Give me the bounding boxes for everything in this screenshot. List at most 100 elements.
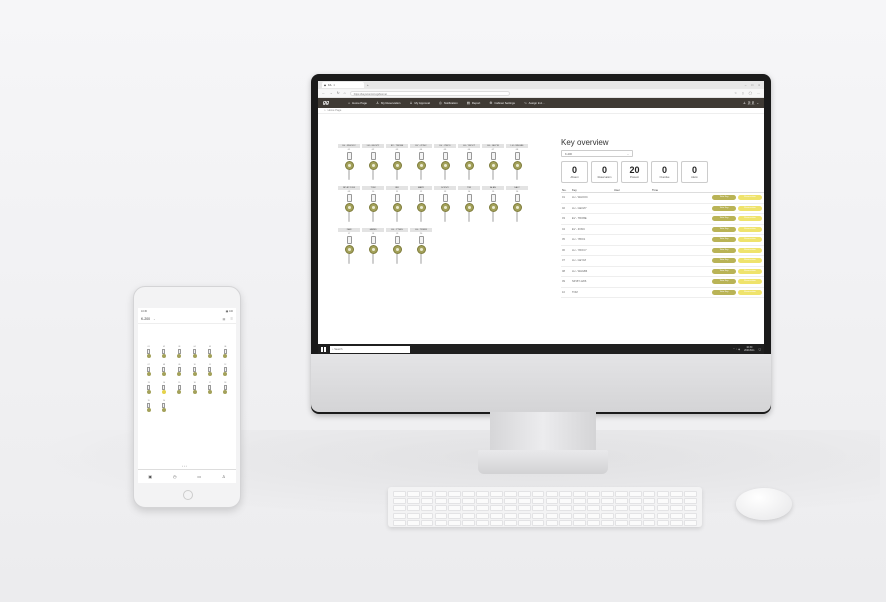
phone-key-slot[interactable]: 01 [141,346,156,358]
key-slot[interactable]: LH - GEOZY 02 [362,144,384,180]
stat-alarm[interactable]: 0 Alarm [681,161,708,183]
phone-key-slot[interactable]: 10 [187,364,202,376]
close-window-icon[interactable]: × [758,83,760,87]
phone-key-slot[interactable]: 13 [141,382,156,394]
reservation-button[interactable]: Reservation [738,226,762,232]
key-slot[interactable]: TOM 10 [362,186,384,222]
phone-key-slot[interactable]: 16 [187,382,202,394]
more-icon[interactable]: ⋯ [757,91,760,95]
forward-icon[interactable]: → [329,91,332,95]
chevron-down-icon[interactable]: ⌄ [153,317,156,321]
key-slot[interactable]: TIM 14 [458,186,480,222]
key-slot[interactable]: SOPHY 13 [434,186,456,222]
reservation-button[interactable]: Reservation [738,247,762,253]
user-icon[interactable]: ♙ [222,474,226,479]
key-slot[interactable]: EV - ZONC 04 [410,144,432,180]
take-key-button[interactable]: Take Key [712,268,736,274]
menu-my-reservation[interactable]: ♙ My Reservation [376,101,400,105]
reservation-button[interactable]: Reservation [738,195,762,201]
breadcrumb-label[interactable]: Home Page [328,109,342,112]
key-slot[interactable]: LH - TRSB3 20 [410,228,432,264]
key-slot[interactable]: LH - YTSE5 19 [386,228,408,264]
menu-notification[interactable]: ◎ Notification [439,101,458,105]
key-slot[interactable]: NP-BT-1206 09 [338,186,360,222]
menu-my-approval[interactable]: ♙ My Approval [409,101,429,105]
reservation-button[interactable]: Reservation [738,258,762,264]
breadcrumb-home-icon[interactable]: ⌂ [324,109,326,112]
take-key-button[interactable]: Take Key [712,195,736,201]
profile-icon[interactable]: ◯ [749,91,752,95]
network-icon[interactable]: ⌃ ◔ ◈ [733,348,740,351]
favorite-icon[interactable]: ☆ [734,91,737,95]
phone-key-slot[interactable]: 08 [156,364,171,376]
stat-absent[interactable]: 0 Absent [561,161,588,183]
phone-key-slot[interactable]: 15 [172,382,187,394]
browser-tab[interactable]: ◆ KA × [322,82,364,88]
take-key-button[interactable]: Take Key [712,258,736,264]
menu-cabinet-settings[interactable]: ⚙ Cabinet Settings [489,101,515,105]
take-key-button[interactable]: Take Key [712,226,736,232]
phone-key-slot[interactable]: 17 [202,382,217,394]
phone-cabinet-title[interactable]: K-200 [141,317,150,321]
user-menu[interactable]: ♙ 贝 贝 ⌄ [743,101,759,105]
cabinet-icon[interactable]: ▣ [148,474,152,479]
phone-key-slot[interactable]: 09 [172,364,187,376]
key-slot[interactable]: ALAN 15 [482,186,504,222]
key-slot[interactable]: LH - WHGB6 08 [506,144,528,180]
phone-key-slot[interactable]: 03 [172,346,187,358]
key-slot[interactable]: LH - GEY18 07 [482,144,504,180]
phone-key-slot[interactable]: 06 [218,346,233,358]
take-key-button[interactable]: Take Key [712,205,736,211]
phone-home-button[interactable] [183,490,193,500]
key-slot[interactable]: JAY 11 [386,186,408,222]
url-input[interactable]: https://keyscontrol.cgi/Home/ [349,90,510,96]
maximize-icon[interactable]: □ [751,83,753,87]
key-slot[interactable]: LH - YBIO1 05 [434,144,456,180]
phone-key-slot[interactable]: 14 [156,382,171,394]
reservation-button[interactable]: Reservation [738,237,762,243]
reservation-button[interactable]: Reservation [738,216,762,222]
key-slot[interactable]: DAN 17 [338,228,360,264]
take-key-button[interactable]: Take Key [712,216,736,222]
app-logo[interactable]: gg [323,100,329,106]
phone-grid-icon[interactable]: ▦ [222,317,225,321]
key-slot[interactable]: LH - WHOOC 01 [338,144,360,180]
phone-key-slot[interactable]: 18 [218,382,233,394]
clock-icon[interactable]: ◷ [173,474,177,479]
new-tab-icon[interactable]: + [367,83,369,87]
menu-report[interactable]: ▤ Report [467,101,481,105]
stat-reservation[interactable]: 0 Reservation [591,161,618,183]
tab-close-icon[interactable]: × [333,84,335,87]
windows-start-icon[interactable] [321,346,326,352]
phone-key-slot[interactable]: 11 [202,364,217,376]
key-slot[interactable]: SALY 16 [506,186,528,222]
take-key-button[interactable]: Take Key [712,279,736,285]
take-key-button[interactable]: Take Key [712,237,736,243]
key-slot[interactable]: EV - TROBE 03 [386,144,408,180]
menu-assign[interactable]: ⤳ Assign Invi... [524,101,545,105]
reservation-button[interactable]: Reservation [738,279,762,285]
phone-key-slot[interactable]: 04 [187,346,202,358]
key-slot[interactable]: JAMES 18 [362,228,384,264]
minimize-icon[interactable]: – [745,83,747,87]
phone-key-slot[interactable]: 19 [141,400,156,412]
phone-key-slot[interactable]: 20 [156,400,171,412]
phone-key-slot[interactable]: 12 [218,364,233,376]
home-nav-icon[interactable]: ⌂ [344,91,346,95]
chat-icon[interactable]: ▭ [197,474,201,479]
take-key-button[interactable]: Take Key [712,289,736,295]
taskbar-search-input[interactable]: ⌕ Search [330,345,410,353]
collections-icon[interactable]: ▯ [742,91,744,95]
take-key-button[interactable]: Take Key [712,247,736,253]
back-icon[interactable]: ← [322,91,325,95]
key-slot[interactable]: LH - YROC7 06 [458,144,480,180]
stat-present[interactable]: 20 Present [621,161,648,183]
tray-clock[interactable]: 10:30 2021/8/11 [744,346,754,352]
phone-key-slot[interactable]: 07 [141,364,156,376]
phone-key-slot[interactable]: 02 [156,346,171,358]
stat-overdue[interactable]: 0 Overdue [651,161,678,183]
refresh-icon[interactable]: ↻ [337,91,340,95]
phone-list-icon[interactable]: ☰ [230,317,233,321]
menu-home-page[interactable]: ⌂ Home Page [348,101,367,105]
notification-center-icon[interactable]: ▢ [759,348,761,351]
